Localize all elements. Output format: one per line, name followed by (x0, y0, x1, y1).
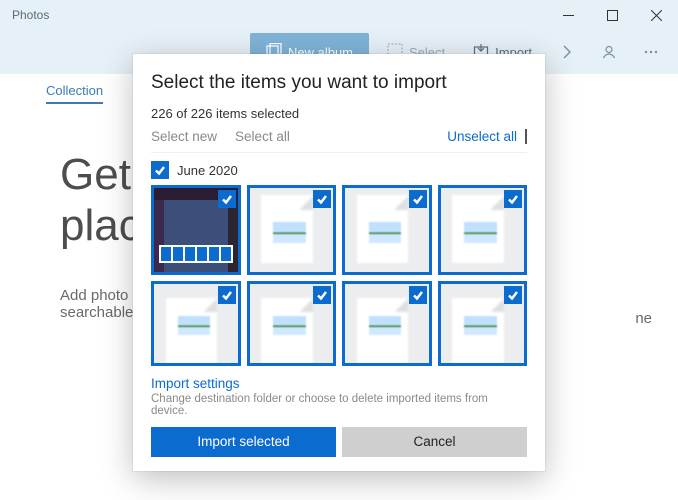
thumbnail-item[interactable] (247, 185, 337, 275)
selected-check-icon (409, 190, 427, 208)
selected-check-icon (218, 286, 236, 304)
window-controls (546, 0, 678, 30)
selected-check-icon (504, 190, 522, 208)
import-selected-button[interactable]: Import selected (151, 427, 336, 457)
select-new-link[interactable]: Select new (151, 129, 217, 144)
dialog-title: Select the items you want to import (151, 72, 527, 94)
selected-check-icon (409, 286, 427, 304)
thumbnail-item[interactable] (438, 281, 528, 366)
thumbnail-item[interactable] (151, 281, 241, 366)
selected-check-icon (313, 286, 331, 304)
hero-desc1: Add photo (60, 287, 128, 304)
close-button[interactable] (634, 0, 678, 30)
selection-count: 226 of 226 items selected (151, 106, 527, 121)
titlebar: Photos (0, 0, 678, 30)
selected-check-icon (218, 190, 236, 208)
import-dialog: Select the items you want to import 226 … (133, 54, 545, 471)
more-icon[interactable] (634, 35, 668, 69)
thumbnail-item[interactable] (342, 281, 432, 366)
maximize-button[interactable] (590, 0, 634, 30)
chevron-right-icon[interactable] (550, 35, 584, 69)
select-all-link[interactable]: Select all (235, 129, 290, 144)
account-icon[interactable] (592, 35, 626, 69)
import-settings: Import settings Change destination folde… (151, 376, 527, 417)
selection-controls-row: Select new Select all Unselect all (151, 129, 527, 153)
date-group-header[interactable]: June 2020 (151, 161, 527, 179)
hero-desc2: searchable (60, 304, 133, 321)
dialog-actions: Import selected Cancel (151, 427, 527, 457)
hero-right-fragment: ne (635, 310, 652, 327)
cancel-button[interactable]: Cancel (342, 427, 527, 457)
minimize-button[interactable] (546, 0, 590, 30)
group-checkbox[interactable] (151, 161, 169, 179)
tab-collection[interactable]: Collection (46, 79, 103, 104)
thumbnail-item[interactable] (247, 281, 337, 366)
app-title: Photos (12, 8, 546, 22)
import-settings-sub: Change destination folder or choose to d… (151, 393, 527, 417)
group-label: June 2020 (177, 163, 238, 178)
thumbnail-grid (151, 185, 527, 275)
import-settings-link[interactable]: Import settings (151, 376, 527, 391)
selected-check-icon (313, 190, 331, 208)
thumbnail-item[interactable] (438, 185, 528, 275)
thumbnail-grid-row2 (151, 281, 527, 366)
thumbnail-item[interactable] (151, 185, 241, 275)
thumbnail-item[interactable] (342, 185, 432, 275)
unselect-all-link[interactable]: Unselect all (447, 129, 527, 144)
selected-check-icon (504, 286, 522, 304)
check-icon (154, 164, 166, 176)
